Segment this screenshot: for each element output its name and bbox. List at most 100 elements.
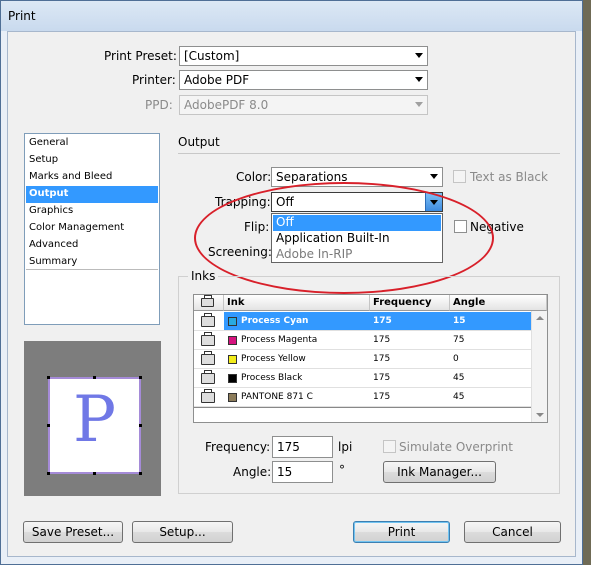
frequency-cell: 175 bbox=[370, 369, 450, 388]
text-as-black-checkbox[interactable] bbox=[453, 170, 466, 183]
ink-cell: Process Black bbox=[224, 369, 370, 388]
output-divider bbox=[178, 153, 560, 154]
ppd-value: AdobePDF 8.0 bbox=[184, 98, 269, 112]
title-bar[interactable]: Print bbox=[1, 1, 582, 31]
scroll-up-icon[interactable] bbox=[536, 316, 544, 320]
preview-page: P bbox=[48, 377, 141, 474]
page-handle bbox=[139, 472, 142, 475]
ink-swatch bbox=[228, 393, 237, 402]
frequency-cell: 175 bbox=[370, 331, 450, 350]
print-toggle[interactable] bbox=[194, 369, 224, 388]
category-advanced[interactable]: Advanced bbox=[26, 237, 158, 254]
ink-swatch bbox=[228, 336, 237, 345]
print-toggle[interactable] bbox=[194, 331, 224, 350]
ink-swatch bbox=[228, 317, 237, 326]
frequency-label: Frequency: bbox=[205, 440, 271, 454]
category-setup[interactable]: Setup bbox=[26, 152, 158, 169]
printer-dropdown[interactable]: Adobe PDF bbox=[179, 70, 428, 90]
category-list: General Setup Marks and Bleed Output Gra… bbox=[24, 133, 160, 325]
print-preset-label: Print Preset: bbox=[104, 49, 177, 63]
ink-cell: PANTONE 871 C bbox=[224, 388, 370, 407]
dialog-body: Print Preset: [Custom] Printer: Adobe PD… bbox=[7, 31, 576, 557]
inks-section-title: Inks bbox=[188, 269, 219, 283]
ink-row-pantone-871c[interactable]: PANTONE 871 C 175 45 bbox=[194, 388, 531, 407]
angle-column-header[interactable]: Angle bbox=[450, 295, 547, 311]
save-preset-button[interactable]: Save Preset... bbox=[23, 521, 123, 543]
print-column-header[interactable] bbox=[194, 295, 224, 311]
simulate-overprint-checkbox[interactable] bbox=[383, 440, 396, 453]
window-title: Print bbox=[8, 9, 36, 23]
ink-cell: Process Magenta bbox=[224, 331, 370, 350]
angle-cell: 75 bbox=[450, 331, 531, 350]
print-preset-value: [Custom] bbox=[184, 49, 240, 63]
category-output[interactable]: Output bbox=[26, 186, 158, 203]
inks-table: Ink Frequency Angle Process Cyan 175 15 … bbox=[193, 294, 548, 423]
page-handle bbox=[93, 376, 96, 379]
frequency-cell: 175 bbox=[370, 312, 450, 331]
text-as-black-label: Text as Black bbox=[470, 170, 548, 184]
angle-cell: 45 bbox=[450, 388, 531, 407]
inks-vertical-scrollbar[interactable] bbox=[531, 311, 547, 422]
cancel-button[interactable]: Cancel bbox=[464, 521, 561, 543]
angle-input[interactable]: 15 bbox=[272, 461, 333, 483]
print-toggle[interactable] bbox=[194, 312, 224, 331]
chevron-down-icon bbox=[415, 53, 423, 58]
setup-button[interactable]: Setup... bbox=[132, 521, 233, 543]
ink-swatch bbox=[228, 355, 237, 364]
angle-cell: 0 bbox=[450, 350, 531, 369]
ppd-dropdown: AdobePDF 8.0 bbox=[179, 95, 428, 115]
printer-icon bbox=[201, 351, 215, 365]
output-section-title: Output bbox=[178, 135, 220, 149]
printer-icon bbox=[201, 332, 215, 346]
preview-page-letter: P bbox=[72, 383, 117, 457]
printer-icon bbox=[201, 370, 215, 384]
frequency-cell: 175 bbox=[370, 388, 450, 407]
ink-cell: Process Yellow bbox=[224, 350, 370, 369]
ink-row-process-black[interactable]: Process Black 175 45 bbox=[194, 369, 531, 388]
printer-value: Adobe PDF bbox=[184, 73, 250, 87]
angle-cell: 15 bbox=[450, 312, 531, 331]
color-label: Color: bbox=[236, 170, 272, 184]
angle-cell: 45 bbox=[450, 369, 531, 388]
ink-cell: Process Cyan bbox=[224, 312, 370, 331]
printer-icon bbox=[201, 295, 214, 307]
ink-manager-button[interactable]: Ink Manager... bbox=[383, 461, 496, 483]
frequency-unit: lpi bbox=[338, 440, 353, 454]
printer-icon bbox=[201, 313, 215, 327]
scroll-down-icon[interactable] bbox=[536, 413, 544, 417]
chevron-down-icon bbox=[430, 174, 438, 179]
table-end-line bbox=[194, 407, 531, 408]
ppd-label: PPD: bbox=[145, 98, 173, 112]
category-color-management[interactable]: Color Management bbox=[26, 220, 158, 237]
print-dialog: Print Print Preset: [Custom] Printer: Ad… bbox=[0, 0, 583, 565]
frequency-cell: 175 bbox=[370, 350, 450, 369]
ink-row-process-yellow[interactable]: Process Yellow 175 0 bbox=[194, 350, 531, 369]
angle-label: Angle: bbox=[233, 465, 272, 479]
angle-input-value: 15 bbox=[277, 465, 293, 479]
ink-row-process-cyan[interactable]: Process Cyan 175 15 bbox=[194, 312, 531, 331]
printer-label: Printer: bbox=[132, 73, 176, 87]
printer-icon bbox=[201, 389, 215, 403]
angle-unit: ° bbox=[339, 463, 345, 477]
page-handle bbox=[47, 472, 50, 475]
ink-column-header[interactable]: Ink bbox=[224, 295, 370, 311]
chevron-down-icon bbox=[415, 77, 423, 82]
frequency-input-value: 175 bbox=[277, 440, 300, 454]
print-preset-dropdown[interactable]: [Custom] bbox=[179, 46, 428, 66]
ink-swatch bbox=[228, 374, 237, 383]
page-handle bbox=[47, 424, 50, 427]
print-button[interactable]: Print bbox=[353, 521, 450, 543]
frequency-column-header[interactable]: Frequency bbox=[370, 295, 450, 311]
page-preview[interactable]: P bbox=[24, 341, 161, 496]
ink-row-process-magenta[interactable]: Process Magenta 175 75 bbox=[194, 331, 531, 350]
category-general[interactable]: General bbox=[26, 135, 158, 152]
print-toggle[interactable] bbox=[194, 388, 224, 407]
print-toggle[interactable] bbox=[194, 350, 224, 369]
page-handle bbox=[139, 424, 142, 427]
chevron-down-icon bbox=[415, 102, 423, 107]
page-handle bbox=[139, 376, 142, 379]
frequency-input[interactable]: 175 bbox=[272, 436, 333, 458]
category-graphics[interactable]: Graphics bbox=[26, 203, 158, 220]
category-marks-and-bleed[interactable]: Marks and Bleed bbox=[26, 169, 158, 186]
page-handle bbox=[47, 376, 50, 379]
